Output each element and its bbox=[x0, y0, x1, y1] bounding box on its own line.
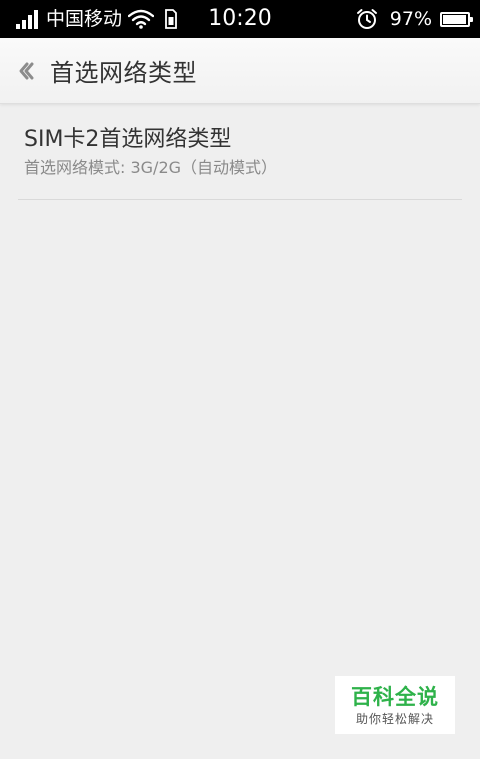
battery-icon bbox=[440, 11, 473, 27]
chevron-left-icon bbox=[19, 62, 34, 79]
watermark-main-text: 百科全说 bbox=[351, 685, 439, 709]
settings-list: SIM卡2首选网络类型 首选网络模式: 3G/2G（自动模式） bbox=[0, 104, 480, 200]
status-bar-right: 97% bbox=[356, 0, 473, 38]
watermark-logo: 百科全说 助你轻松解决 bbox=[335, 676, 455, 734]
list-item-title: SIM卡2首选网络类型 bbox=[24, 127, 232, 152]
title-bar: 首选网络类型 bbox=[0, 38, 480, 104]
screen: 中国移动 10:20 97% 首选网络类型 SIM卡2首选网络类型 首选网络模式… bbox=[0, 0, 480, 759]
back-button[interactable] bbox=[2, 38, 50, 104]
battery-level-fill bbox=[443, 14, 467, 24]
signal-icon bbox=[16, 9, 38, 29]
list-item-sim2-preferred-network[interactable]: SIM卡2首选网络类型 首选网络模式: 3G/2G（自动模式） bbox=[18, 104, 462, 200]
status-bar: 中国移动 10:20 97% bbox=[0, 0, 480, 38]
page-title: 首选网络类型 bbox=[50, 59, 197, 87]
status-bar-left: 中国移动 bbox=[16, 0, 178, 38]
list-item-subtitle: 首选网络模式: 3G/2G（自动模式） bbox=[24, 158, 278, 177]
sim-icon bbox=[165, 9, 177, 29]
wifi-icon bbox=[128, 9, 155, 29]
carrier-name: 中国移动 bbox=[46, 8, 123, 30]
alarm-icon bbox=[356, 9, 377, 29]
battery-percent: 97% bbox=[389, 8, 432, 30]
watermark-sub-text: 助你轻松解决 bbox=[355, 712, 434, 726]
